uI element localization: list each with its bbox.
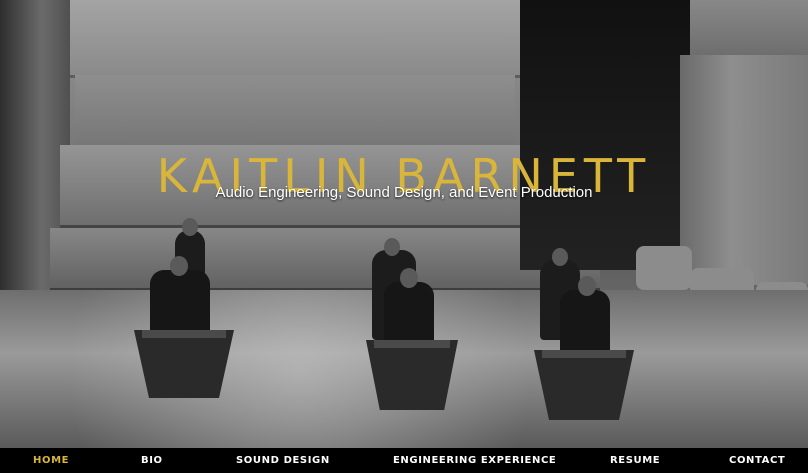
stage-pillar-top <box>70 0 520 78</box>
performer-head <box>170 256 188 276</box>
performer-head <box>552 248 568 266</box>
performer-head <box>384 238 400 256</box>
nav-item-resume[interactable]: RESUME <box>610 455 660 466</box>
nav-item-home[interactable]: HOME <box>33 455 69 466</box>
nav-item-engineering-experience[interactable]: ENGINEERING EXPERIENCE <box>393 455 556 466</box>
stage-step-lower <box>50 228 600 291</box>
performer-head <box>578 276 596 296</box>
nav-item-sound-design[interactable]: SOUND DESIGN <box>236 455 330 466</box>
performer-head <box>400 268 418 288</box>
rock-right-top <box>690 0 808 55</box>
stage-pillar-middle <box>75 75 515 148</box>
boat-prop <box>134 330 234 398</box>
boat-prop <box>366 340 458 410</box>
site-tagline: Audio Engineering, Sound Design, and Eve… <box>215 184 593 201</box>
nav-item-contact[interactable]: CONTACT <box>729 455 785 466</box>
performer-head <box>182 218 198 236</box>
nav-item-bio[interactable]: BIO <box>141 455 163 466</box>
backstage-dark <box>520 0 700 270</box>
main-navigation: HOME BIO SOUND DESIGN ENGINEERING EXPERI… <box>0 448 808 473</box>
boulder <box>636 246 692 290</box>
hero-section: KAITLIN BARNETT Audio Engineering, Sound… <box>0 0 808 448</box>
boat-prop <box>534 350 634 420</box>
